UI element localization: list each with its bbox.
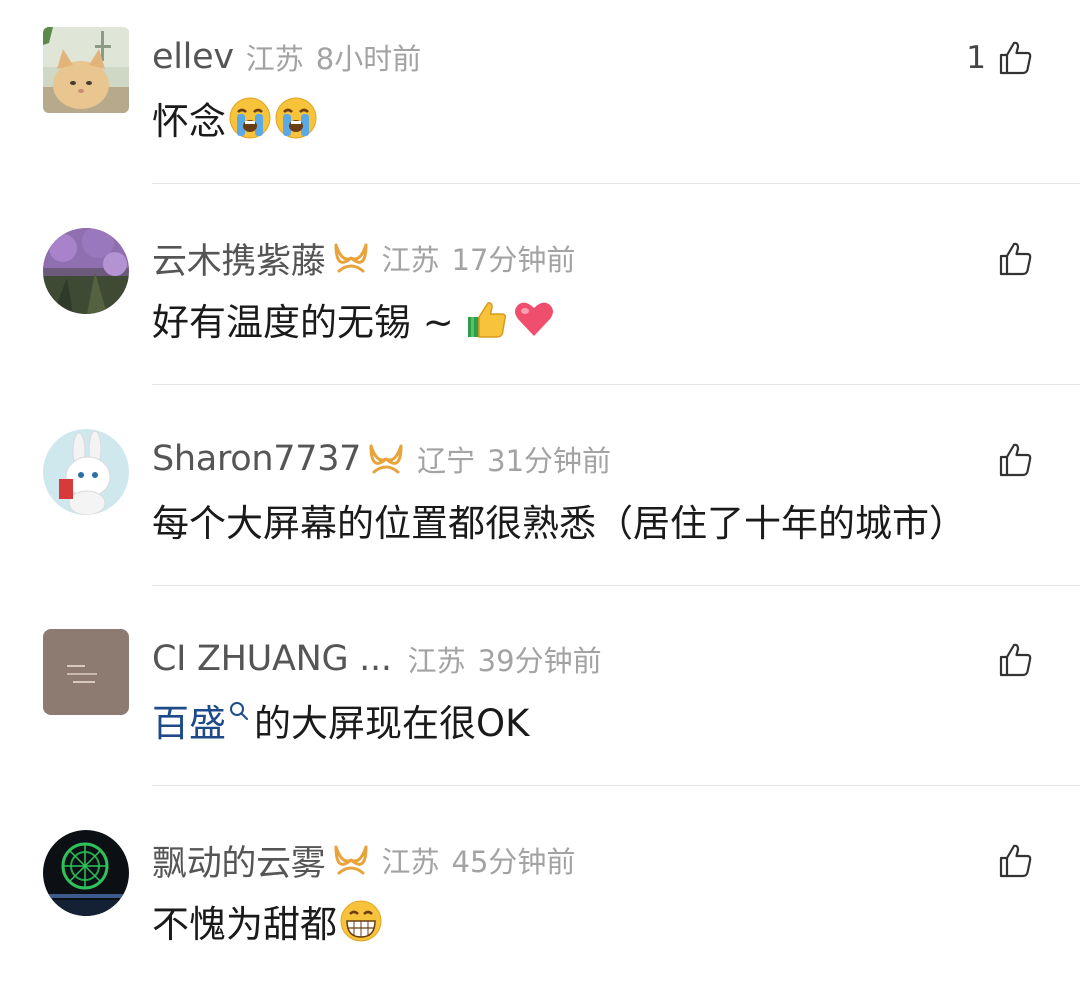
comment-item: 云木携紫藤 江苏 17分钟前 好有温度的无锡 ~ <box>0 201 1080 401</box>
comment-item: ellev 江苏 8小时前 怀念 1 <box>0 0 1080 200</box>
like-area <box>986 638 1034 682</box>
divider <box>152 785 1080 786</box>
grinning-face-emoji <box>339 899 383 943</box>
thumbs-up-icon[interactable] <box>996 441 1034 479</box>
comment-meta: CI ZHUANG ... 江苏 39分钟前 <box>152 636 602 682</box>
comment-body: 好有温度的无锡 ~ <box>152 301 454 344</box>
location: 江苏 <box>245 42 304 76</box>
timestamp: 31分钟前 <box>487 444 612 478</box>
timestamp: 39分钟前 <box>477 644 602 678</box>
location: 江苏 <box>407 644 466 678</box>
like-area <box>986 438 1034 482</box>
comment-text: 怀念 <box>152 94 318 143</box>
member-badge-icon <box>332 241 370 275</box>
comment-item: Sharon7737 辽宁 31分钟前 每个大屏幕的位置都很熟悉（居住了十年的城… <box>0 402 1080 602</box>
comment-body: 怀念 <box>152 100 226 143</box>
location: 江苏 <box>381 243 440 277</box>
location: 江苏 <box>381 845 440 879</box>
comment-text: 百盛 的大屏现在很OK <box>152 693 530 747</box>
timestamp: 8小时前 <box>315 42 422 76</box>
comment-body: 每个大屏幕的位置都很熟悉（居住了十年的城市） <box>152 502 966 545</box>
search-icon[interactable] <box>228 700 250 726</box>
member-badge-icon <box>332 843 370 877</box>
username[interactable]: Sharon7737 <box>152 439 361 479</box>
thumbs-up-icon[interactable] <box>996 842 1034 880</box>
comment-meta: ellev 江苏 8小时前 <box>152 34 421 80</box>
thumbs-up-icon[interactable] <box>996 39 1034 77</box>
avatar[interactable] <box>43 830 129 916</box>
thumbs-up-emoji <box>466 297 510 341</box>
comment-meta: 云木携紫藤 江苏 17分钟前 <box>152 233 576 284</box>
search-link[interactable]: 百盛 <box>152 693 226 747</box>
location: 辽宁 <box>417 444 476 478</box>
avatar[interactable] <box>43 228 129 314</box>
username[interactable]: 云木携紫藤 <box>152 233 326 284</box>
timestamp: 17分钟前 <box>451 243 576 277</box>
like-area <box>986 237 1034 281</box>
member-badge-icon <box>367 442 405 476</box>
divider <box>152 585 1080 586</box>
avatar[interactable] <box>43 429 129 515</box>
comment-text: 好有温度的无锡 ~ <box>152 295 556 344</box>
crying-face-emoji <box>228 96 272 140</box>
heart-emoji <box>512 297 556 341</box>
comment-meta: Sharon7737 辽宁 31分钟前 <box>152 436 611 482</box>
like-area <box>986 839 1034 883</box>
username[interactable]: ellev <box>152 37 234 77</box>
thumbs-up-icon[interactable] <box>996 641 1034 679</box>
username[interactable]: CI ZHUANG ... <box>152 639 392 679</box>
comment-text: 每个大屏幕的位置都很熟悉（居住了十年的城市） <box>152 496 966 545</box>
username[interactable]: 飘动的云雾 <box>152 835 326 886</box>
crying-face-emoji <box>274 96 318 140</box>
comment-text: 不愧为甜都 <box>152 897 383 946</box>
avatar[interactable] <box>43 629 129 715</box>
comment-body: 的大屏现在很OK <box>254 702 530 745</box>
comment-meta: 飘动的云雾 江苏 45分钟前 <box>152 835 576 886</box>
avatar[interactable] <box>43 27 129 113</box>
divider <box>152 384 1080 385</box>
divider <box>152 183 1080 184</box>
comment-body: 不愧为甜都 <box>152 903 337 946</box>
timestamp: 45分钟前 <box>451 845 576 879</box>
like-area: 1 <box>966 36 1034 80</box>
comment-item: CI ZHUANG ... 江苏 39分钟前 百盛 的大屏现在很OK <box>0 602 1080 802</box>
comment-item: 飘动的云雾 江苏 45分钟前 不愧为甜都 <box>0 803 1080 1003</box>
like-count: 1 <box>966 40 986 76</box>
thumbs-up-icon[interactable] <box>996 240 1034 278</box>
